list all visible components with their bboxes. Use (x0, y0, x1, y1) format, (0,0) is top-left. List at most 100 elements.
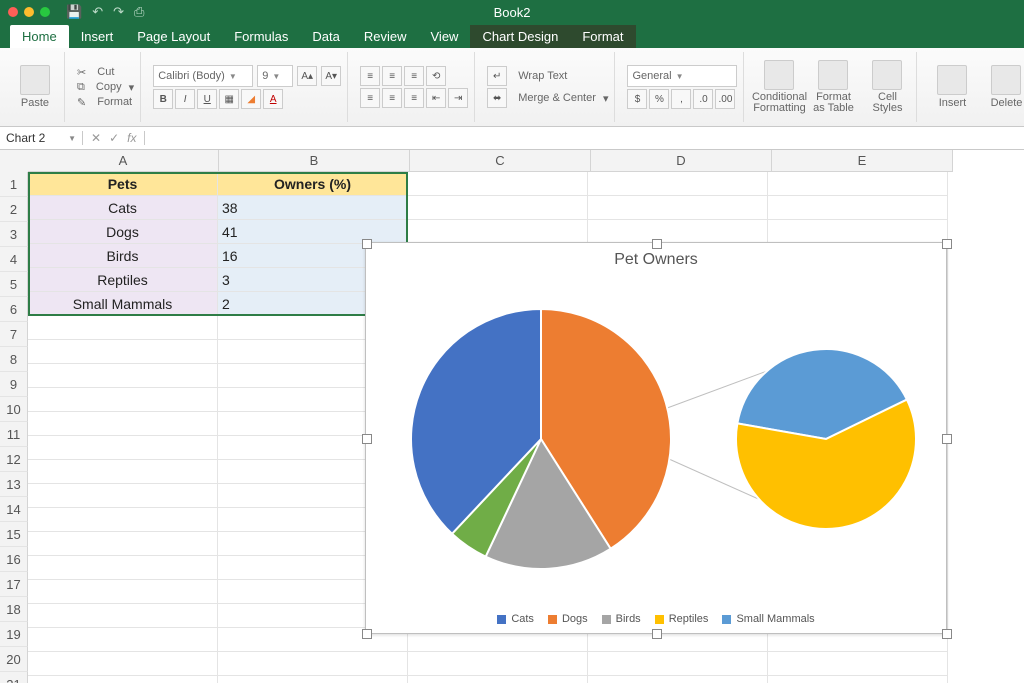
legend-item[interactable]: Small Mammals (722, 613, 814, 625)
cell-A8[interactable] (28, 340, 218, 364)
cell-D2[interactable] (588, 196, 768, 220)
select-all-corner[interactable] (0, 150, 29, 173)
underline-button[interactable]: U (197, 89, 217, 109)
save-icon[interactable]: 💾 (66, 4, 82, 20)
cell-A18[interactable] (28, 580, 218, 604)
row-header-7[interactable]: 7 (0, 322, 28, 347)
cell-A17[interactable] (28, 556, 218, 580)
align-right-icon[interactable]: ≡ (404, 88, 424, 108)
cell-A20[interactable] (28, 628, 218, 652)
row-header-17[interactable]: 17 (0, 572, 28, 597)
cell-A21[interactable] (28, 652, 218, 676)
align-bottom-icon[interactable]: ≡ (404, 66, 424, 86)
legend-item[interactable]: Cats (497, 613, 534, 625)
comma-icon[interactable]: , (671, 89, 691, 109)
increase-decimal-icon[interactable]: .0 (693, 89, 713, 109)
row-header-20[interactable]: 20 (0, 647, 28, 672)
cell-styles-button[interactable]: Cell Styles (864, 52, 910, 122)
font-name-select[interactable]: Calibri (Body)▼ (153, 65, 253, 87)
wrap-text-button[interactable]: ↵ Wrap Text (487, 66, 608, 86)
italic-button[interactable]: I (175, 89, 195, 109)
cell-A5[interactable]: Reptiles (28, 268, 218, 292)
cell-C1[interactable] (408, 172, 588, 196)
column-header-C[interactable]: C (410, 150, 591, 172)
cell-B3[interactable]: 41 (218, 220, 408, 244)
cell-A14[interactable] (28, 484, 218, 508)
tab-home[interactable]: Home (10, 25, 69, 48)
decrease-decimal-icon[interactable]: .00 (715, 89, 735, 109)
resize-handle[interactable] (942, 239, 952, 249)
chart-title[interactable]: Pet Owners (366, 251, 946, 269)
cell-E3[interactable] (768, 220, 948, 244)
undo-icon[interactable]: ↶ (92, 4, 103, 20)
bold-button[interactable]: B (153, 89, 173, 109)
legend-item[interactable]: Dogs (548, 613, 588, 625)
redo-icon[interactable]: ↷ (113, 4, 124, 20)
tab-view[interactable]: View (419, 25, 471, 48)
row-header-10[interactable]: 10 (0, 397, 28, 422)
fill-color-button[interactable]: ◢ (241, 89, 261, 109)
cell-A10[interactable] (28, 388, 218, 412)
tab-page-layout[interactable]: Page Layout (125, 25, 222, 48)
resize-handle[interactable] (942, 434, 952, 444)
resize-handle[interactable] (652, 629, 662, 639)
cell-D1[interactable] (588, 172, 768, 196)
border-button[interactable]: ▦ (219, 89, 239, 109)
cell-A22[interactable] (28, 676, 218, 683)
window-controls[interactable] (8, 7, 50, 17)
row-header-6[interactable]: 6 (0, 297, 28, 322)
row-header-18[interactable]: 18 (0, 597, 28, 622)
cell-D22[interactable] (588, 676, 768, 683)
resize-handle[interactable] (652, 239, 662, 249)
cell-B22[interactable] (218, 676, 408, 683)
cell-A16[interactable] (28, 532, 218, 556)
enter-formula-icon[interactable]: ✓ (109, 131, 119, 145)
cell-E22[interactable] (768, 676, 948, 683)
zoom-icon[interactable] (40, 7, 50, 17)
row-header-2[interactable]: 2 (0, 197, 28, 222)
cell-A6[interactable]: Small Mammals (28, 292, 218, 316)
column-header-E[interactable]: E (772, 150, 953, 172)
currency-icon[interactable]: $ (627, 89, 647, 109)
tab-formulas[interactable]: Formulas (222, 25, 300, 48)
tab-format[interactable]: Format (570, 25, 635, 48)
cell-D3[interactable] (588, 220, 768, 244)
chart-plot-area[interactable] (366, 269, 946, 599)
row-header-16[interactable]: 16 (0, 547, 28, 572)
column-header-D[interactable]: D (591, 150, 772, 172)
resize-handle[interactable] (362, 239, 372, 249)
row-header-5[interactable]: 5 (0, 272, 28, 297)
row-header-19[interactable]: 19 (0, 622, 28, 647)
print-icon[interactable]: ⎙ (134, 4, 144, 20)
resize-handle[interactable] (362, 434, 372, 444)
cell-B2[interactable]: 38 (218, 196, 408, 220)
cell-A7[interactable] (28, 316, 218, 340)
cell-A9[interactable] (28, 364, 218, 388)
resize-handle[interactable] (362, 629, 372, 639)
chart-legend[interactable]: CatsDogsBirdsReptilesSmall Mammals (366, 613, 946, 625)
row-header-12[interactable]: 12 (0, 447, 28, 472)
name-box[interactable]: Chart 2▼ (0, 131, 83, 145)
cell-A1[interactable]: Pets (28, 172, 218, 196)
cell-C21[interactable] (408, 652, 588, 676)
cell-B21[interactable] (218, 652, 408, 676)
column-header-A[interactable]: A (28, 150, 219, 172)
close-icon[interactable] (8, 7, 18, 17)
paste-button[interactable]: Paste (12, 65, 58, 109)
cancel-formula-icon[interactable]: ✕ (91, 131, 101, 145)
delete-cells-button[interactable]: Delete (983, 52, 1024, 122)
spreadsheet-grid[interactable]: ABCDE 1234567891011121314151617181920212… (0, 150, 1024, 683)
copy-button[interactable]: ⧉ Copy ▾ (77, 81, 134, 94)
resize-handle[interactable] (942, 629, 952, 639)
fx-icon[interactable]: fx (127, 131, 136, 145)
tab-data[interactable]: Data (300, 25, 351, 48)
insert-cells-button[interactable]: Insert (929, 52, 975, 122)
row-header-21[interactable]: 21 (0, 672, 28, 683)
row-header-4[interactable]: 4 (0, 247, 28, 272)
align-top-icon[interactable]: ≡ (360, 66, 380, 86)
align-left-icon[interactable]: ≡ (360, 88, 380, 108)
decrease-indent-icon[interactable]: ⇤ (426, 88, 446, 108)
cell-A4[interactable]: Birds (28, 244, 218, 268)
cell-C2[interactable] (408, 196, 588, 220)
cell-C22[interactable] (408, 676, 588, 683)
